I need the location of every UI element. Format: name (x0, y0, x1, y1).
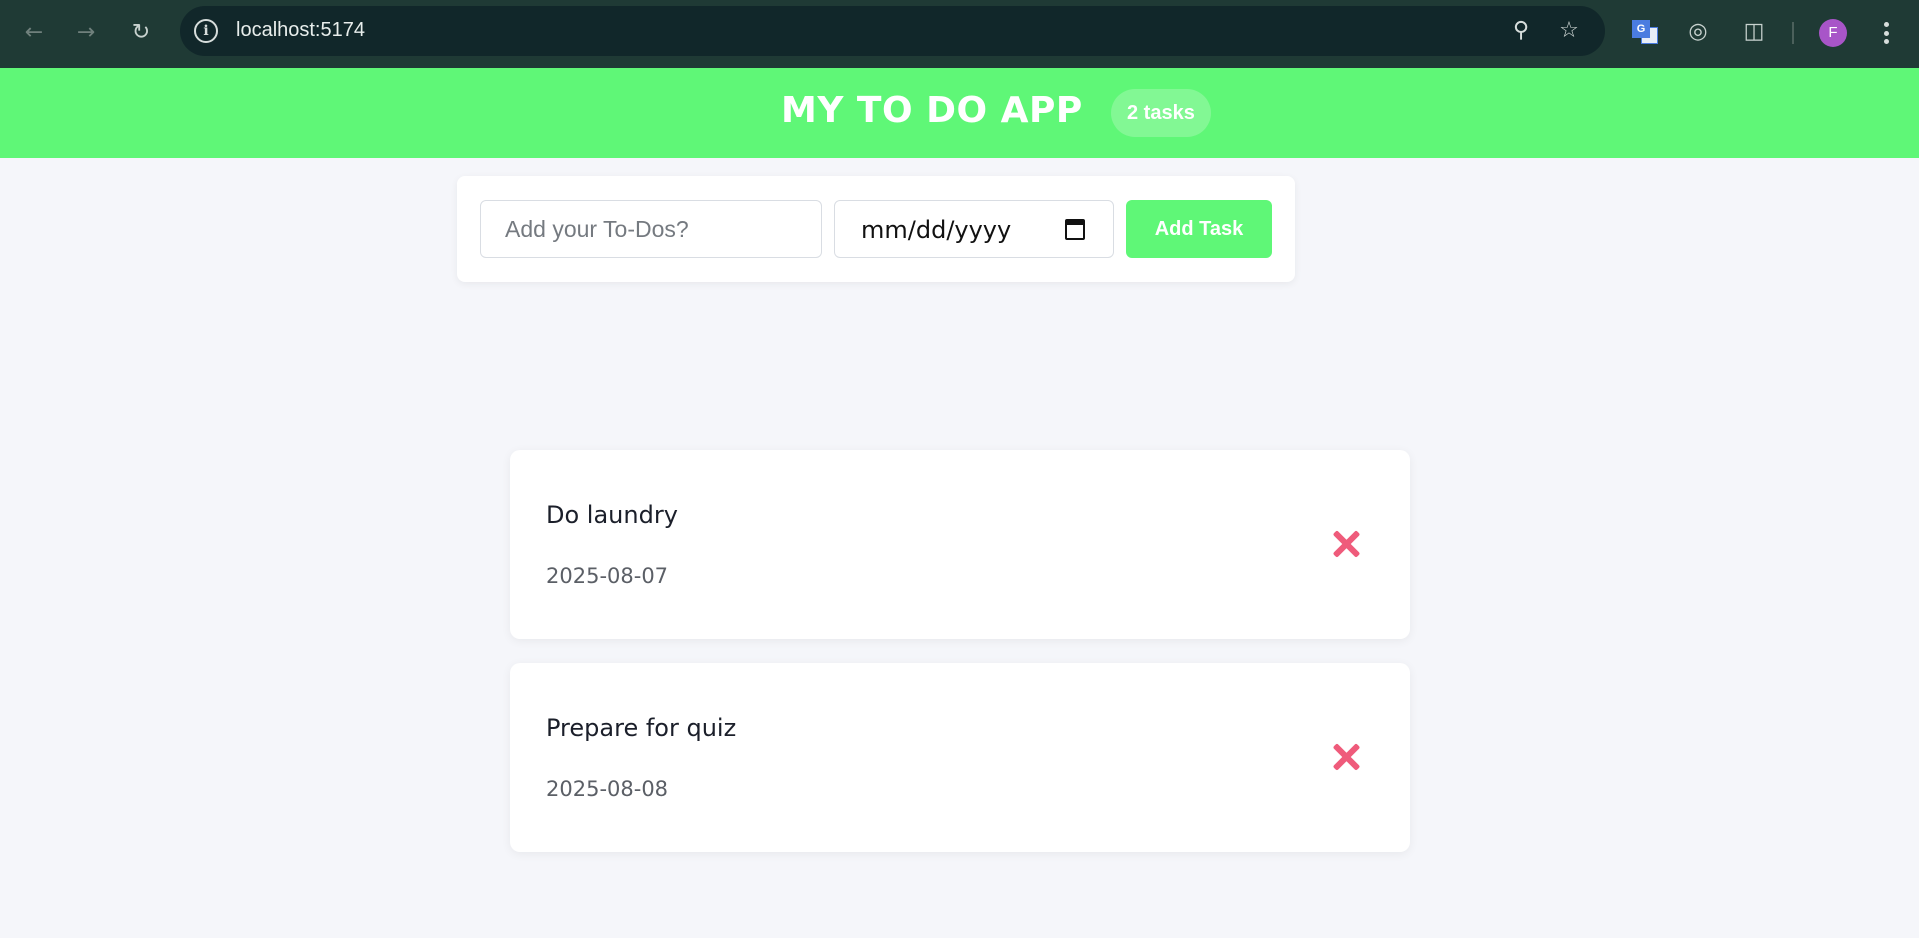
calendar-icon[interactable] (1065, 219, 1085, 240)
task-title: Prepare for quiz (546, 714, 737, 742)
browser-toolbar: ← → ↻ i localhost:5174 ⚲ ☆ G ◎ ◫ F (0, 0, 1919, 68)
google-translate-icon[interactable]: G (1632, 20, 1658, 44)
kebab-menu-icon[interactable] (1876, 18, 1896, 48)
reload-icon[interactable]: ↻ (121, 14, 161, 50)
delete-task-icon[interactable] (1328, 739, 1364, 775)
app-header: MY TO DO APP 2 tasks (0, 68, 1919, 158)
zoom-in-icon[interactable]: ⚲ (1506, 16, 1536, 46)
delete-task-icon[interactable] (1328, 526, 1364, 562)
add-task-button[interactable]: Add Task (1126, 200, 1272, 258)
forward-arrow-icon[interactable]: → (66, 14, 106, 50)
toolbar-divider (1792, 22, 1794, 44)
url-text[interactable]: localhost:5174 (236, 19, 365, 42)
task-count-badge: 2 tasks (1111, 89, 1211, 137)
info-icon[interactable]: i (194, 19, 218, 43)
task-card: Prepare for quiz 2025-08-08 (510, 663, 1410, 852)
task-date: 2025-08-08 (546, 777, 669, 801)
date-input[interactable]: mm/dd/yyyy (834, 200, 1114, 258)
task-title: Do laundry (546, 501, 678, 529)
todo-input[interactable] (480, 200, 822, 258)
app-title: MY TO DO APP (781, 90, 1083, 131)
task-date: 2025-08-07 (546, 564, 669, 588)
puzzle-icon[interactable]: ◫ (1736, 14, 1772, 50)
task-card: Do laundry 2025-08-07 (510, 450, 1410, 639)
back-arrow-icon[interactable]: ← (14, 14, 54, 50)
date-placeholder: mm/dd/yyyy (861, 216, 1012, 244)
add-task-form: mm/dd/yyyy Add Task (457, 176, 1295, 282)
globe-icon[interactable]: ◎ (1680, 14, 1716, 50)
address-bar[interactable]: i localhost:5174 ⚲ ☆ (180, 6, 1605, 56)
avatar[interactable]: F (1819, 19, 1847, 47)
star-icon[interactable]: ☆ (1554, 16, 1584, 46)
